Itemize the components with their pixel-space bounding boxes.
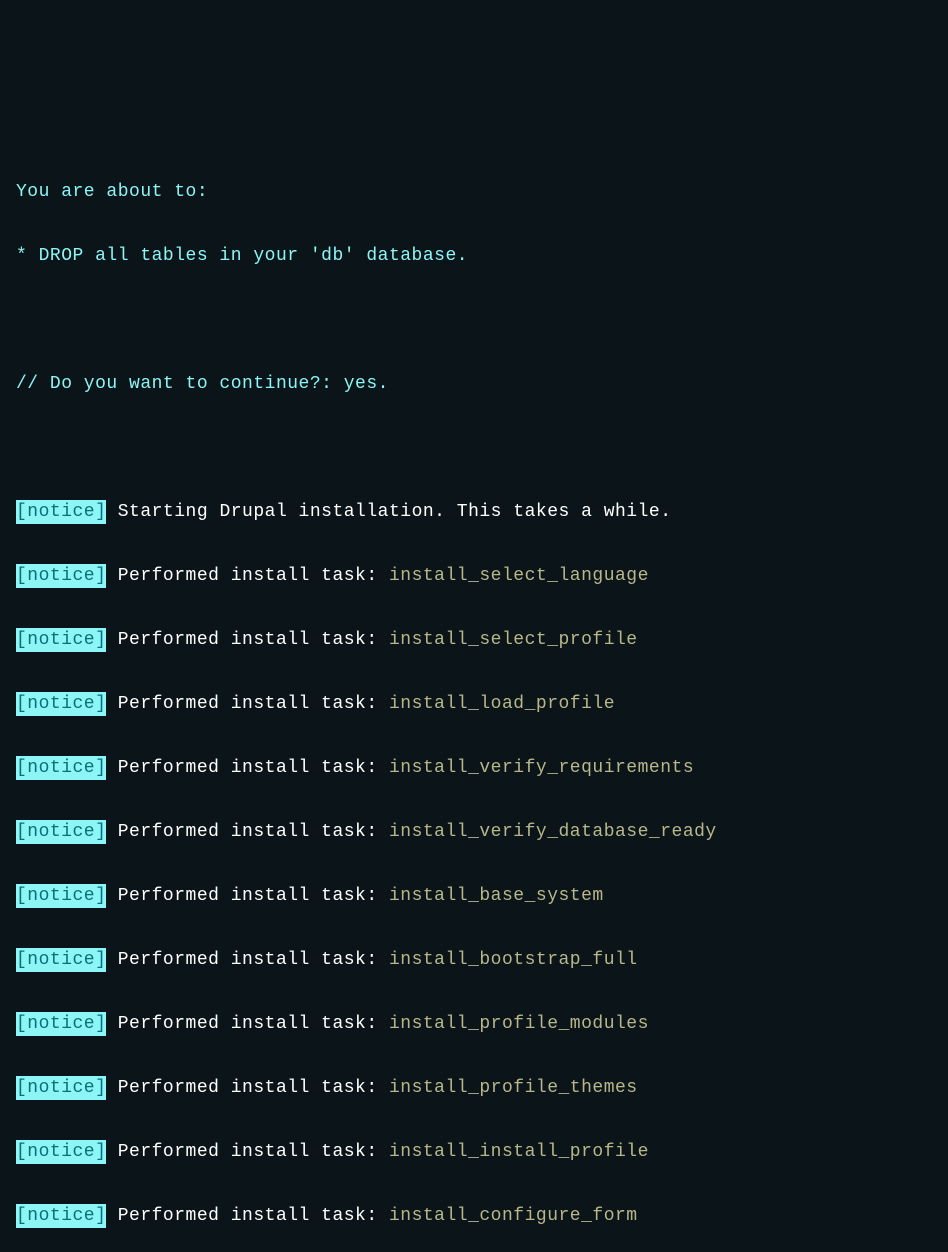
task-name: install_profile_themes	[389, 1078, 638, 1098]
notice-badge: [notice]	[16, 1140, 106, 1164]
task-prefix: Performed install task:	[106, 1142, 389, 1162]
notice-badge: [notice]	[16, 820, 106, 844]
task-name: install_select_language	[389, 566, 649, 586]
notice-task: [notice] Performed install task: install…	[16, 1008, 932, 1040]
task-name: install_profile_modules	[389, 1014, 649, 1034]
notice-badge: [notice]	[16, 500, 106, 524]
task-prefix: Performed install task:	[106, 758, 389, 778]
notice-task: [notice] Performed install task: install…	[16, 880, 932, 912]
notice-task: [notice] Performed install task: install…	[16, 560, 932, 592]
task-name: install_base_system	[389, 886, 604, 906]
task-prefix: Performed install task:	[106, 566, 389, 586]
notice-task: [notice] Performed install task: install…	[16, 624, 932, 656]
task-prefix: Performed install task:	[106, 694, 389, 714]
task-prefix: Performed install task:	[106, 886, 389, 906]
blank-line	[16, 304, 932, 336]
notice-badge: [notice]	[16, 884, 106, 908]
task-name: install_bootstrap_full	[389, 950, 638, 970]
notice-task: [notice] Performed install task: install…	[16, 1136, 932, 1168]
notice-badge: [notice]	[16, 1076, 106, 1100]
task-name: install_verify_requirements	[389, 758, 694, 778]
notice-badge: [notice]	[16, 692, 106, 716]
task-prefix: Performed install task:	[106, 1206, 389, 1226]
notice-badge: [notice]	[16, 1204, 106, 1228]
intro-line-2: * DROP all tables in your 'db' database.	[16, 240, 932, 272]
task-prefix: Performed install task:	[106, 822, 389, 842]
task-prefix: Performed install task:	[106, 630, 389, 650]
task-prefix: Performed install task:	[106, 1014, 389, 1034]
notice-task: [notice] Performed install task: install…	[16, 1072, 932, 1104]
notice-badge: [notice]	[16, 628, 106, 652]
task-name: install_load_profile	[389, 694, 615, 714]
notice-start-text: Starting Drupal installation. This takes…	[106, 502, 671, 522]
task-name: install_verify_database_ready	[389, 822, 717, 842]
notice-badge: [notice]	[16, 1012, 106, 1036]
task-name: install_configure_form	[389, 1206, 638, 1226]
blank-line	[16, 432, 932, 464]
terminal-output: You are about to: * DROP all tables in y…	[16, 144, 932, 1252]
task-prefix: Performed install task:	[106, 1078, 389, 1098]
notice-task: [notice] Performed install task: install…	[16, 816, 932, 848]
task-name: install_select_profile	[389, 630, 638, 650]
notice-task: [notice] Performed install task: install…	[16, 944, 932, 976]
notice-task: [notice] Performed install task: install…	[16, 688, 932, 720]
task-name: install_install_profile	[389, 1142, 649, 1162]
notice-badge: [notice]	[16, 948, 106, 972]
intro-line-1: You are about to:	[16, 176, 932, 208]
continue-prompt: // Do you want to continue?: yes.	[16, 368, 932, 400]
notice-task: [notice] Performed install task: install…	[16, 752, 932, 784]
task-prefix: Performed install task:	[106, 950, 389, 970]
notice-task: [notice] Performed install task: install…	[16, 1200, 932, 1232]
notice-badge: [notice]	[16, 756, 106, 780]
notice-badge: [notice]	[16, 564, 106, 588]
notice-start: [notice] Starting Drupal installation. T…	[16, 496, 932, 528]
